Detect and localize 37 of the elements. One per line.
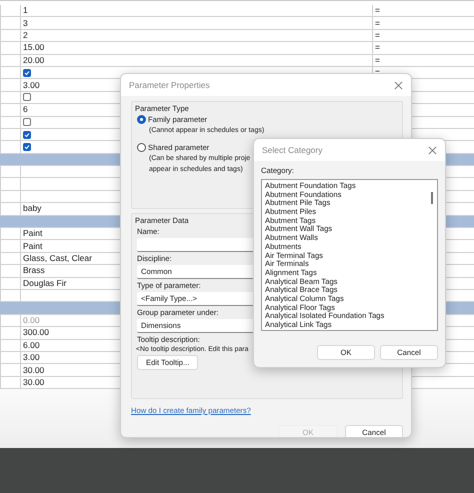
category-list[interactable] xyxy=(261,179,438,331)
table-cell: Paint xyxy=(23,228,42,240)
formula-cell: = xyxy=(375,42,380,54)
table-cell: 30.00 xyxy=(23,376,44,388)
table-cell: 2 xyxy=(23,30,28,41)
table-cell: 0.00 xyxy=(23,314,40,326)
radio-button[interactable] xyxy=(137,142,146,152)
table-cell: 20.00 xyxy=(23,54,44,66)
table-cell: 3.00 xyxy=(23,80,40,91)
close-icon[interactable] xyxy=(428,146,437,154)
table-cell: 300.00 xyxy=(23,327,49,338)
scrollbar-thumb[interactable] xyxy=(431,192,433,204)
table-cell: 6 xyxy=(23,104,28,116)
checkbox[interactable] xyxy=(23,93,31,102)
formula-cell: = xyxy=(375,54,380,66)
table-cell: Paint xyxy=(23,240,42,252)
table-cell: 3 xyxy=(23,18,28,29)
table-cell: 30.00 xyxy=(23,364,44,376)
formula-cell: = xyxy=(375,5,380,16)
table-cell: Brass xyxy=(23,265,45,276)
close-icon[interactable] xyxy=(394,80,403,90)
formula-cell: = xyxy=(375,18,380,29)
dialog-title: Parameter Properties xyxy=(129,80,210,90)
checkbox[interactable] xyxy=(23,118,31,126)
checkbox[interactable] xyxy=(23,68,31,77)
radio-button[interactable] xyxy=(137,115,146,124)
table-cell: Douglas Fir xyxy=(23,278,66,289)
checkbox[interactable] xyxy=(23,142,31,151)
table-cell: 15.00 xyxy=(23,42,44,54)
table-cell: Glass, Cast, Clear xyxy=(23,253,92,264)
checkbox[interactable] xyxy=(23,130,31,139)
table-cell: baby xyxy=(23,203,42,214)
table-cell: 3.00 xyxy=(23,352,40,364)
table-cell: 1 xyxy=(23,5,28,16)
dialog-title: Select Category xyxy=(262,145,322,155)
formula-cell: = xyxy=(375,30,380,41)
table-cell: 6.00 xyxy=(23,340,40,351)
